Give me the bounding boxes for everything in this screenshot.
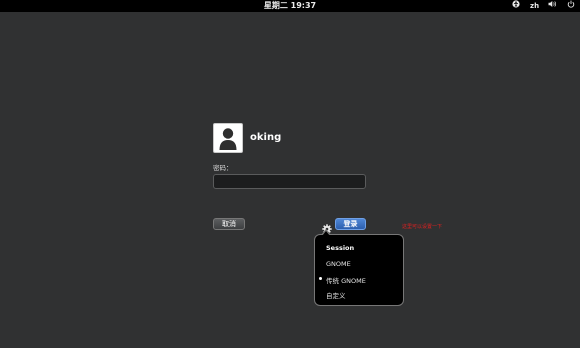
password-field[interactable]: [213, 174, 366, 189]
power-icon[interactable]: [567, 0, 575, 12]
top-bar: 星期二 19:37 zh: [0, 0, 580, 12]
session-menu-title: Session: [326, 244, 355, 252]
username-label: oking: [250, 132, 282, 143]
menu-pointer-fill: [322, 230, 330, 236]
selected-bullet-icon: [319, 277, 322, 280]
session-gear-button[interactable]: [322, 219, 332, 234]
volume-icon[interactable]: [548, 0, 557, 12]
user-avatar: [213, 123, 243, 153]
language-indicator[interactable]: zh: [530, 0, 539, 12]
cancel-button[interactable]: 取消: [213, 218, 245, 230]
annotation-note: 这里可以设置一下: [402, 224, 443, 230]
session-menu: Session GNOME 传统 GNOME 自定义: [314, 234, 404, 306]
clock[interactable]: 星期二 19:37: [0, 0, 580, 12]
session-option-classic-gnome[interactable]: 传统 GNOME: [326, 275, 366, 285]
login-button[interactable]: 登录: [335, 218, 366, 230]
session-option-gnome[interactable]: GNOME: [326, 260, 351, 268]
password-label: 密码：: [213, 164, 233, 172]
user-silhouette-icon: [219, 128, 237, 150]
accessibility-icon[interactable]: [512, 0, 520, 12]
session-option-custom[interactable]: 自定义: [326, 290, 346, 300]
